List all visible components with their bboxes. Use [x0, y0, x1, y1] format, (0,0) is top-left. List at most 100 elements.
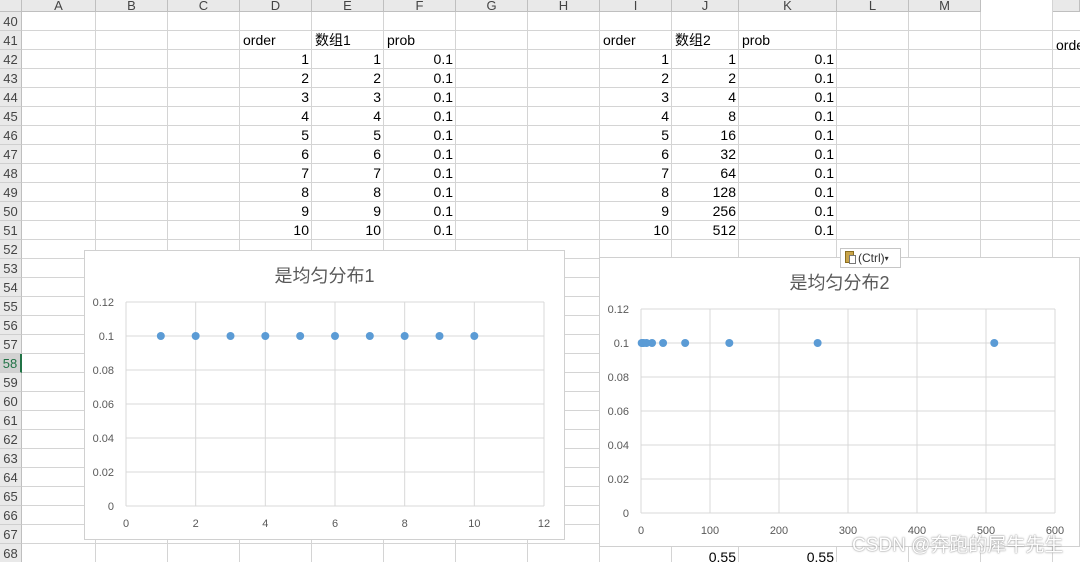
row-header-60[interactable]: 60 [0, 392, 22, 411]
table2-cell[interactable]: 9 [600, 202, 672, 221]
table1-cell[interactable]: 0.1 [384, 183, 456, 202]
table2-cell[interactable]: 0.1 [739, 164, 837, 183]
row-header-51[interactable]: 51 [0, 221, 22, 240]
table1-cell[interactable]: 3 [312, 88, 384, 107]
table1-cell[interactable]: 4 [312, 107, 384, 126]
table1-cell[interactable]: 6 [240, 145, 312, 164]
row-header-64[interactable]: 64 [0, 468, 22, 487]
cell-j68[interactable]: 0.55 [739, 548, 837, 562]
table2-cell[interactable]: 4 [600, 107, 672, 126]
column-header-b[interactable]: B [96, 0, 168, 12]
table1-cell[interactable]: 3 [240, 88, 312, 107]
table1-cell[interactable]: 5 [312, 126, 384, 145]
table1-cell[interactable]: 0.1 [384, 126, 456, 145]
table1-header-0[interactable]: order [240, 31, 312, 50]
column-header-f[interactable]: F [384, 0, 456, 12]
table2-cell[interactable]: 8 [672, 107, 739, 126]
table2-cell[interactable]: 0.1 [739, 88, 837, 107]
column-header-l[interactable]: L [837, 0, 909, 12]
table1-header-2[interactable]: prob [384, 31, 456, 50]
table2-header-2[interactable]: prob [739, 31, 837, 50]
table1-header-1[interactable]: 数组1 [312, 31, 384, 50]
table1-cell[interactable]: 2 [240, 69, 312, 88]
table2-cell[interactable]: 4 [672, 88, 739, 107]
row-header-54[interactable]: 54 [0, 278, 22, 297]
column-header-j[interactable]: J [672, 0, 739, 12]
table2-cell[interactable]: 0.1 [739, 69, 837, 88]
row-header-61[interactable]: 61 [0, 411, 22, 430]
table1-cell[interactable]: 7 [240, 164, 312, 183]
table1-cell[interactable]: 0.1 [384, 69, 456, 88]
table2-cell[interactable]: 7 [600, 164, 672, 183]
table2-cell[interactable]: 6 [600, 145, 672, 164]
table1-cell[interactable]: 4 [240, 107, 312, 126]
table1-cell[interactable]: 1 [312, 50, 384, 69]
row-header-47[interactable]: 47 [0, 145, 22, 164]
table2-cell[interactable]: 0.1 [739, 221, 837, 240]
cell-n41-partial[interactable]: orde [1053, 36, 1080, 55]
table2-cell[interactable]: 128 [672, 183, 739, 202]
table2-header-0[interactable]: order [600, 31, 672, 50]
table2-cell[interactable]: 256 [672, 202, 739, 221]
table2-cell[interactable]: 32 [672, 145, 739, 164]
table2-cell[interactable]: 1 [600, 50, 672, 69]
row-header-65[interactable]: 65 [0, 487, 22, 506]
row-header-40[interactable]: 40 [0, 12, 22, 31]
row-header-52[interactable]: 52 [0, 240, 22, 259]
table1-cell[interactable]: 0.1 [384, 221, 456, 240]
row-header-62[interactable]: 62 [0, 430, 22, 449]
table1-cell[interactable]: 8 [312, 183, 384, 202]
table2-cell[interactable]: 512 [672, 221, 739, 240]
table1-cell[interactable]: 0.1 [384, 107, 456, 126]
paste-options-button[interactable]: (Ctrl)▾ [840, 248, 901, 268]
table2-cell[interactable]: 1 [672, 50, 739, 69]
table2-cell[interactable]: 0.1 [739, 126, 837, 145]
row-header-56[interactable]: 56 [0, 316, 22, 335]
table2-cell[interactable]: 0.1 [739, 107, 837, 126]
row-header-45[interactable]: 45 [0, 107, 22, 126]
table2-cell[interactable]: 2 [672, 69, 739, 88]
table1-cell[interactable]: 6 [312, 145, 384, 164]
row-header-41[interactable]: 41 [0, 31, 22, 50]
row-header-48[interactable]: 48 [0, 164, 22, 183]
row-header-58[interactable]: 58 [0, 354, 22, 373]
row-header-67[interactable]: 67 [0, 525, 22, 544]
spreadsheet-grid[interactable]: ABCDEFGHIJKLM 40 41 42 43 44 45 46 47 48 49 50 51 52… [0, 0, 1080, 562]
table1-cell[interactable]: 0.1 [384, 164, 456, 183]
table2-cell[interactable]: 0.1 [739, 145, 837, 164]
column-header-e[interactable]: E [312, 0, 384, 12]
table2-cell[interactable]: 16 [672, 126, 739, 145]
row-header-66[interactable]: 66 [0, 506, 22, 525]
column-header-n[interactable] [1053, 0, 1080, 12]
column-header-k[interactable]: K [739, 0, 837, 12]
select-all-corner[interactable] [0, 0, 22, 12]
table2-cell[interactable]: 3 [600, 88, 672, 107]
cell-i68[interactable]: 0.55 [672, 548, 739, 562]
row-header-63[interactable]: 63 [0, 449, 22, 468]
column-header-g[interactable]: G [456, 0, 528, 12]
table1-cell[interactable]: 10 [312, 221, 384, 240]
scatter-chart-2[interactable]: 是均匀分布2 0 0.02 0.04 0.06 0.08 0.1 0.12 0 100 200 30… [599, 257, 1080, 547]
table1-cell[interactable]: 5 [240, 126, 312, 145]
table2-cell[interactable]: 0.1 [739, 202, 837, 221]
row-header-50[interactable]: 50 [0, 202, 22, 221]
table2-cell[interactable]: 64 [672, 164, 739, 183]
row-header-43[interactable]: 43 [0, 69, 22, 88]
table2-cell[interactable]: 0.1 [739, 50, 837, 69]
table2-cell[interactable]: 8 [600, 183, 672, 202]
column-header-h[interactable]: H [528, 0, 600, 12]
table1-cell[interactable]: 0.1 [384, 50, 456, 69]
table1-cell[interactable]: 0.1 [384, 145, 456, 164]
row-header-49[interactable]: 49 [0, 183, 22, 202]
table1-cell[interactable]: 9 [312, 202, 384, 221]
row-header-59[interactable]: 59 [0, 373, 22, 392]
table1-cell[interactable]: 1 [240, 50, 312, 69]
column-header-i[interactable]: I [600, 0, 672, 12]
table2-cell[interactable]: 0.1 [739, 183, 837, 202]
row-header-44[interactable]: 44 [0, 88, 22, 107]
row-header-42[interactable]: 42 [0, 50, 22, 69]
table1-cell[interactable]: 9 [240, 202, 312, 221]
column-header-a[interactable]: A [22, 0, 96, 12]
column-header-d[interactable]: D [240, 0, 312, 12]
table2-cell[interactable]: 5 [600, 126, 672, 145]
